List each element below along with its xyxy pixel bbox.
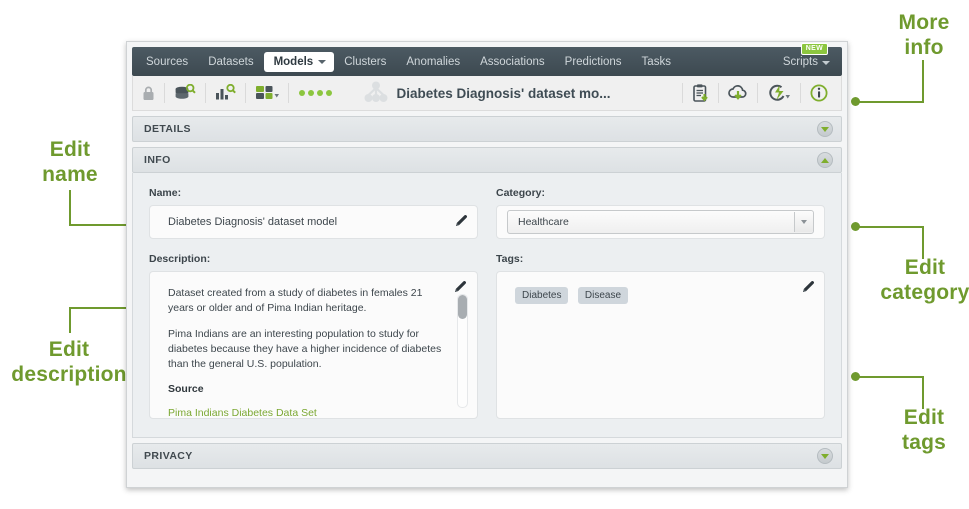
annotation-edit-category: Edit category [880,255,969,305]
nav-item-associations[interactable]: Associations [470,52,555,72]
dataset-search-icon[interactable] [165,76,205,110]
annotation-edit-category-line2: category [880,281,969,304]
connector-edit-category [848,210,928,260]
new-badge: NEW [800,42,828,55]
chevron-down-icon [822,60,830,65]
batch-prediction-icon[interactable] [758,76,800,110]
tag-item[interactable]: Disease [577,287,629,304]
annotation-edit-description: Edit description [4,337,134,387]
panel-header-info[interactable]: INFO [132,147,842,173]
object-title-group: Diabetes Diagnosis' dataset mo... [363,81,611,106]
connector-more-info [848,60,928,106]
tags-field[interactable]: Diabetes Disease [496,271,825,419]
info-left-column: Name: Diabetes Diagnosis' dataset model … [149,187,478,419]
category-select[interactable]: Healthcare [507,210,814,234]
annotation-edit-name-line1: Edit [49,138,91,161]
edit-name-pencil-icon[interactable] [455,214,468,232]
nav-item-clusters[interactable]: Clusters [334,52,396,72]
nav-item-models[interactable]: Models [263,51,335,72]
description-label: Description: [149,253,211,265]
lock-icon[interactable] [133,76,164,110]
nav-item-anomalies[interactable]: Anomalies [396,52,470,72]
panel-title-details: DETAILS [144,123,191,135]
annotation-edit-description-line2: description [11,363,127,386]
name-field[interactable]: Diabetes Diagnosis' dataset model [149,205,478,239]
annotation-more-info: More info [884,10,964,60]
nav-item-sources[interactable]: Sources [136,52,198,72]
name-label: Name: [149,187,182,199]
nav-item-datasets[interactable]: Datasets [198,52,263,72]
chart-search-icon[interactable] [206,76,245,110]
chevron-down-icon[interactable] [817,448,833,464]
nav-item-tasks[interactable]: Tasks [632,52,681,72]
chevron-down-icon [318,59,327,64]
info-right-column: Category: Healthcare Tags: Diabetes Dise… [496,187,825,419]
chevron-up-icon[interactable] [817,152,833,168]
panel-title-privacy: PRIVACY [144,450,193,462]
chevron-down-icon[interactable] [817,121,833,137]
fields-icon[interactable] [246,76,288,110]
panel-header-privacy[interactable]: PRIVACY [132,443,842,469]
object-title: Diabetes Diagnosis' dataset mo... [396,85,611,101]
description-scrollbar[interactable] [457,294,468,408]
annotation-edit-tags-line2: tags [902,431,946,454]
category-value: Healthcare [518,216,569,228]
panel-title-info: INFO [144,154,171,166]
tags-label: Tags: [496,253,524,265]
nav-item-scripts[interactable]: Scripts [773,52,832,72]
description-scrollbar-thumb[interactable] [458,295,467,319]
edit-description-pencil-icon[interactable] [454,280,467,298]
description-paragraph-1: Dataset created from a study of diabetes… [168,287,423,314]
chevron-down-icon[interactable] [794,212,813,232]
annotation-edit-tags: Edit tags [884,405,964,455]
tag-item[interactable]: Diabetes [515,287,569,304]
description-paragraph-2: Pima Indians are an interesting populati… [168,328,442,370]
name-value: Diabetes Diagnosis' dataset model [168,216,338,228]
info-icon[interactable] [801,76,837,110]
annotation-more-info-line1: More [898,11,950,34]
category-label: Category: [496,187,546,199]
nav-right-group: Scripts NEW [773,42,832,72]
object-toolbar: Diabetes Diagnosis' dataset mo... [132,76,842,111]
app-window: Sources Datasets Models Clusters Anomali… [126,41,848,488]
cloud-download-icon[interactable] [719,76,757,110]
annotation-edit-name: Edit name [30,137,110,187]
model-tree-icon [363,81,388,106]
status-dots [289,90,342,96]
annotation-more-info-line2: info [904,36,944,59]
nav-item-predictions[interactable]: Predictions [555,52,632,72]
description-source-link[interactable]: Pima Indians Diabetes Data Set [168,407,317,418]
category-field: Healthcare [496,205,825,239]
connector-edit-tags [848,360,928,410]
main-navigation: Sources Datasets Models Clusters Anomali… [132,42,842,76]
annotation-edit-name-line2: name [42,163,98,186]
object-actions [682,76,837,110]
info-panel-body: Name: Diabetes Diagnosis' dataset model … [132,173,842,438]
annotation-edit-description-line1: Edit [48,338,90,361]
nav-item-scripts-label: Scripts [782,55,818,68]
clipboard-download-icon[interactable] [683,76,718,110]
panel-header-details[interactable]: DETAILS [132,116,842,142]
description-field[interactable]: Dataset created from a study of diabetes… [149,271,478,419]
edit-tags-pencil-icon[interactable] [802,280,815,298]
nav-item-models-label: Models [273,55,314,68]
description-source-heading: Source [168,383,204,395]
